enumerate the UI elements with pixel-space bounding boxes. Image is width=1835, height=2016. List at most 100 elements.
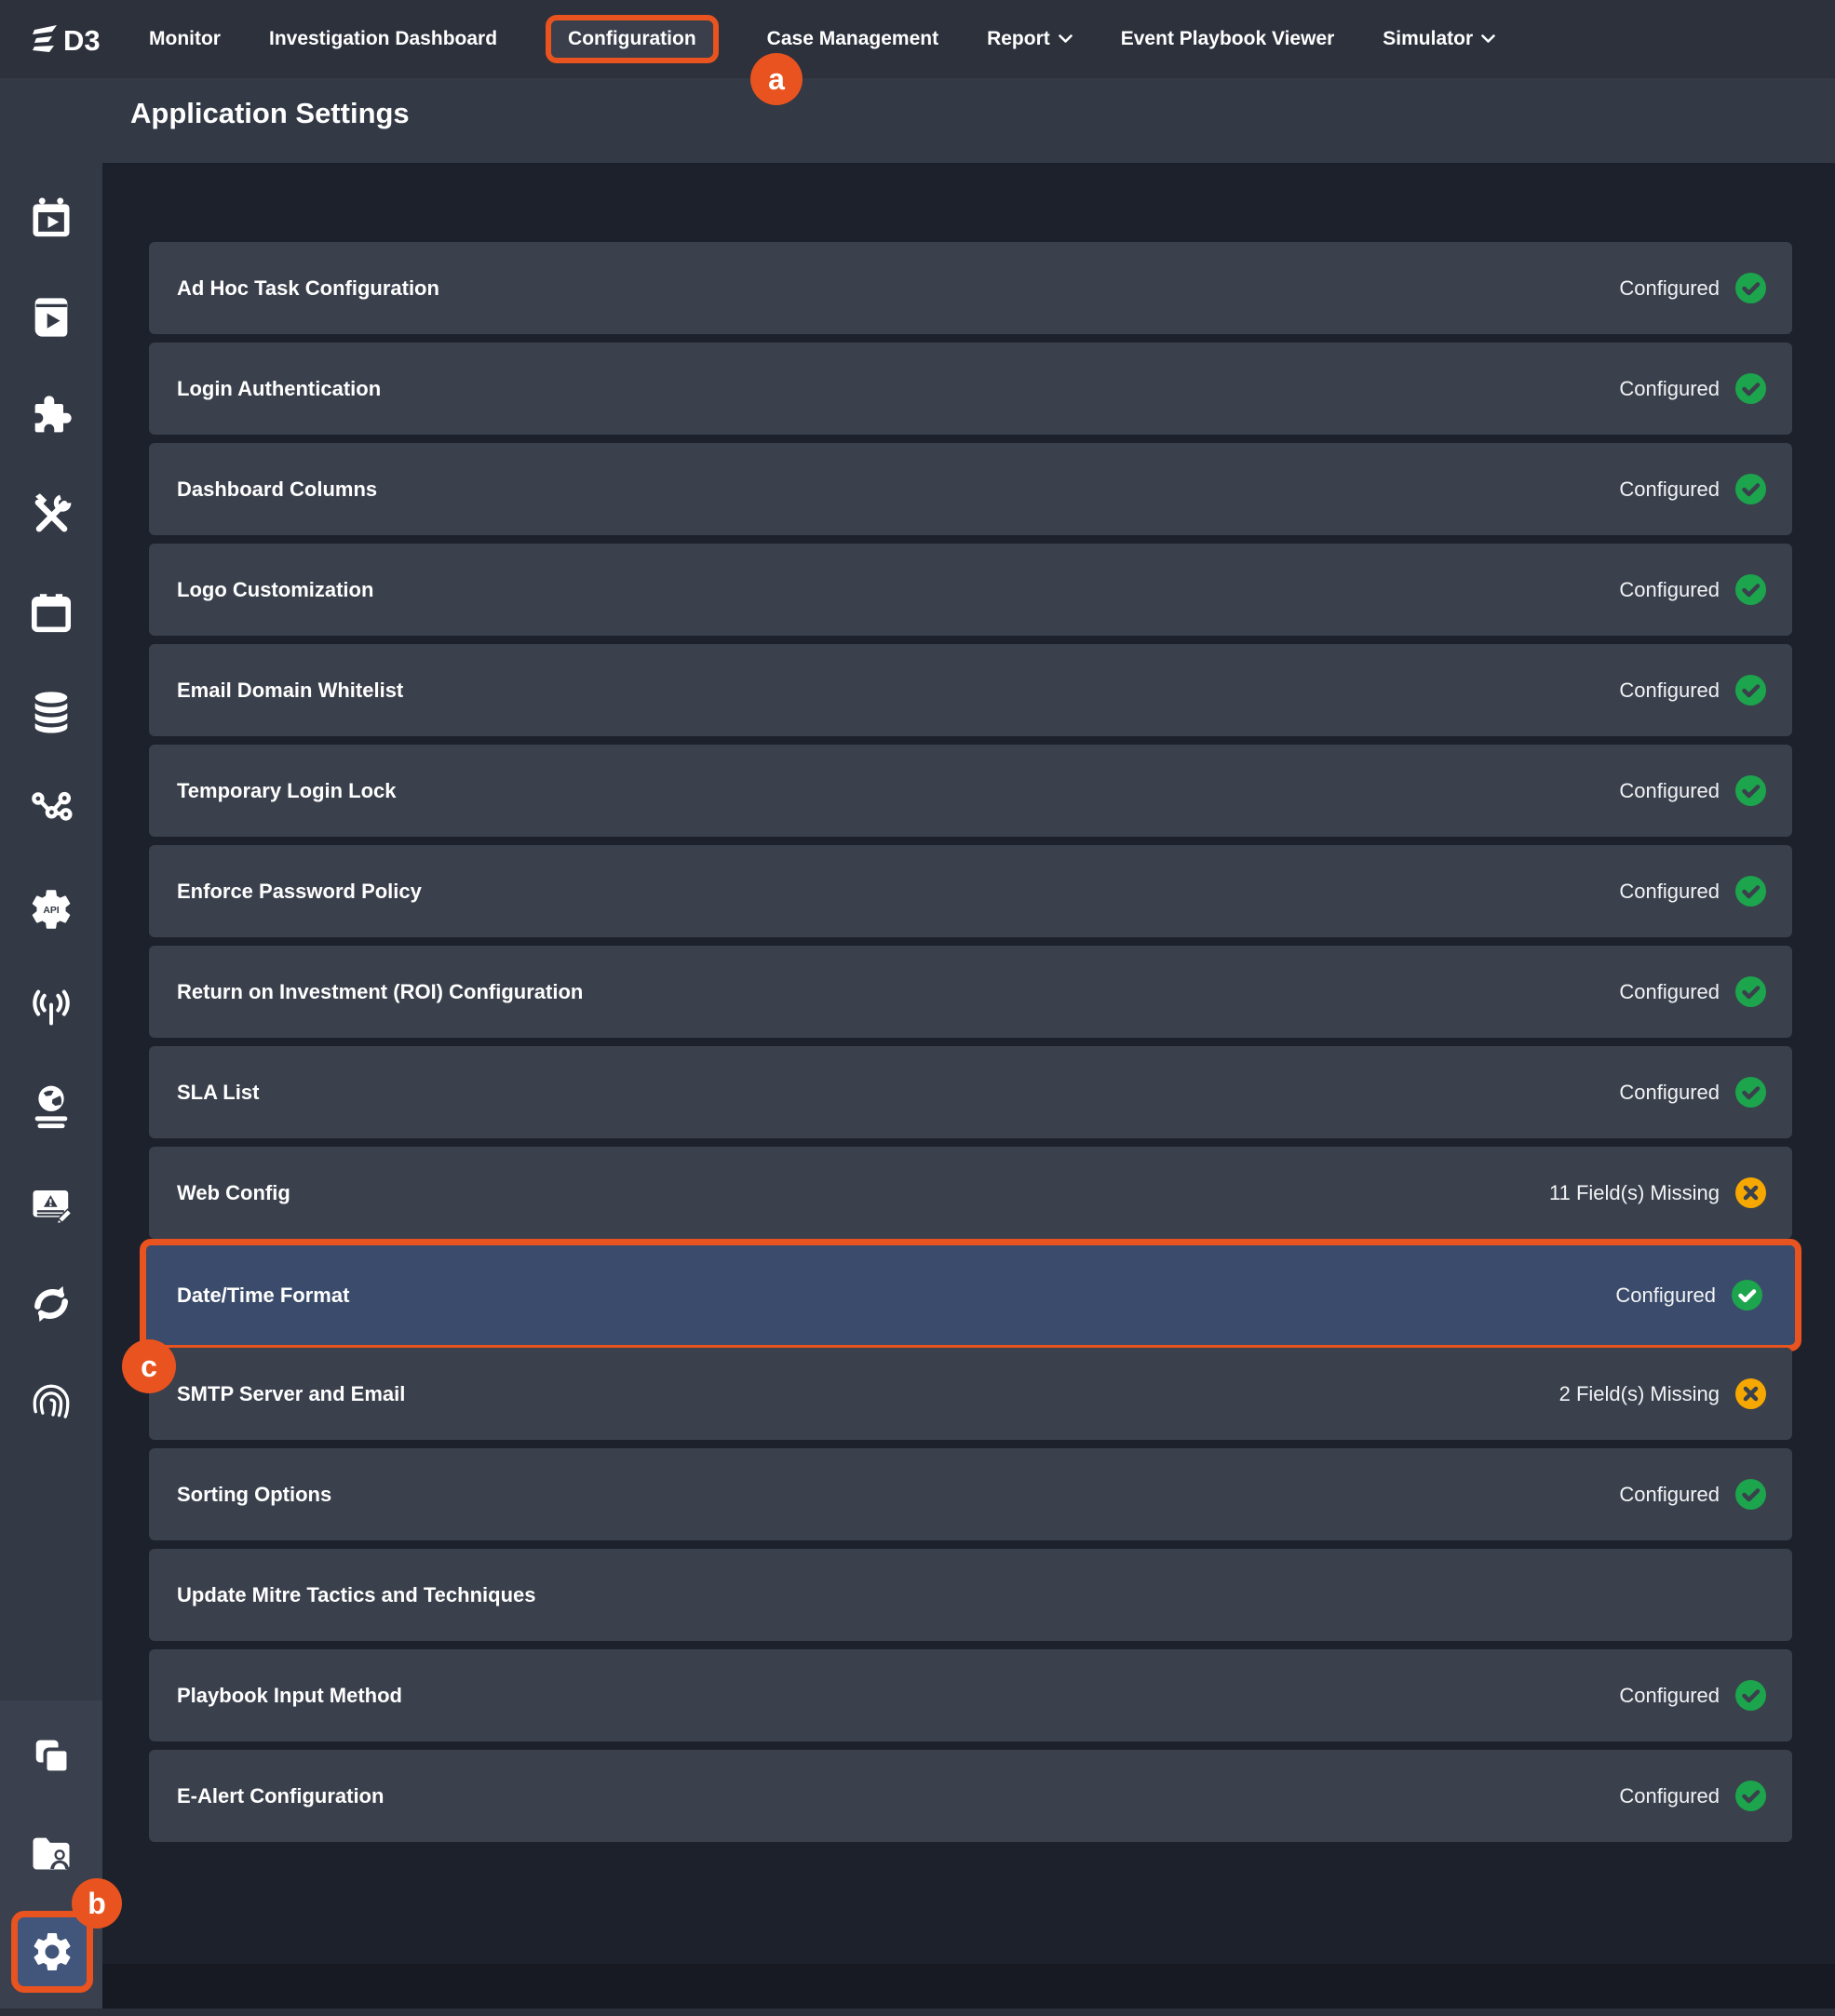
settings-row-status-group: Configured xyxy=(1619,373,1766,404)
settings-row-label: Email Domain Whitelist xyxy=(177,679,403,703)
settings-row-status: Configured xyxy=(1619,477,1720,502)
settings-row[interactable]: Dashboard Columns Configured xyxy=(149,443,1792,535)
chevron-down-icon xyxy=(1059,34,1073,44)
settings-row[interactable]: Sorting Options Configured xyxy=(149,1448,1792,1540)
d3-wing-icon xyxy=(33,25,57,52)
nav-item-case-management[interactable]: Case Management xyxy=(767,28,938,50)
settings-row-status: Configured xyxy=(1615,1284,1716,1308)
configured-check-icon xyxy=(1735,1781,1766,1811)
nav-item-investigation-dashboard[interactable]: Investigation Dashboard xyxy=(269,28,497,50)
settings-row-status: Configured xyxy=(1619,578,1720,602)
configured-check-icon xyxy=(1735,1479,1766,1510)
settings-row-status: Configured xyxy=(1619,679,1720,703)
web-globe-icon[interactable] xyxy=(27,1082,75,1131)
nav-item-event-playbook-viewer[interactable]: Event Playbook Viewer xyxy=(1121,28,1335,50)
settings-row[interactable]: Email Domain Whitelist Configured xyxy=(149,644,1792,736)
settings-row[interactable]: Temporary Login Lock Configured xyxy=(149,745,1792,837)
video-book-icon[interactable] xyxy=(27,293,75,342)
calendar-play-icon[interactable] xyxy=(27,195,75,243)
calendar-icon[interactable] xyxy=(27,589,75,638)
missing-x-icon xyxy=(1735,1378,1766,1409)
app-window: D3 Monitor Investigation Dashboard Confi… xyxy=(0,0,1835,2016)
settings-row[interactable]: Update Mitre Tactics and Techniques xyxy=(149,1549,1792,1641)
settings-row-label: Dashboard Columns xyxy=(177,477,377,502)
settings-row[interactable]: SLA List Configured xyxy=(149,1046,1792,1138)
nav-item-simulator[interactable]: Simulator xyxy=(1383,28,1495,50)
settings-row-status-group: Configured xyxy=(1619,976,1766,1007)
incident-report-icon[interactable] xyxy=(27,1181,75,1230)
settings-row-status: Configured xyxy=(1619,980,1720,1004)
settings-row-status-group: Configured xyxy=(1619,574,1766,605)
utility-tools-icon[interactable] xyxy=(27,491,75,539)
settings-row[interactable]: Date/Time Format Configured xyxy=(140,1239,1801,1351)
configured-check-icon xyxy=(1735,675,1766,706)
configured-check-icon xyxy=(1735,876,1766,907)
user-folder-icon[interactable] xyxy=(27,1830,75,1878)
settings-row-status-group: 11 Field(s) Missing xyxy=(1549,1177,1766,1208)
settings-row[interactable]: Login Authentication Configured xyxy=(149,343,1792,435)
settings-row-status-group: Configured xyxy=(1619,775,1766,806)
d3-logo-text: D3 xyxy=(63,24,101,57)
settings-row-status: Configured xyxy=(1619,1483,1720,1507)
settings-row[interactable]: Web Config 11 Field(s) Missing xyxy=(149,1147,1792,1239)
settings-row-label: Sorting Options xyxy=(177,1483,331,1507)
settings-row-label: SMTP Server and Email xyxy=(177,1382,405,1406)
settings-row-label: Temporary Login Lock xyxy=(177,779,397,803)
configured-check-icon xyxy=(1735,775,1766,806)
svg-text:API: API xyxy=(43,906,59,916)
settings-row[interactable]: Ad Hoc Task Configuration Configured xyxy=(149,242,1792,334)
settings-row-label: Return on Investment (ROI) Configuration xyxy=(177,980,583,1004)
configured-check-icon xyxy=(1735,1680,1766,1711)
settings-row[interactable]: SMTP Server and Email 2 Field(s) Missing xyxy=(149,1348,1792,1440)
settings-row-label: Playbook Input Method xyxy=(177,1684,402,1708)
settings-row-status-group: Configured xyxy=(1619,675,1766,706)
page-bottom-strip xyxy=(0,2009,1835,2016)
nav-item-configuration[interactable]: Configuration xyxy=(546,15,719,63)
settings-row-label: Logo Customization xyxy=(177,578,373,602)
configured-check-icon xyxy=(1735,474,1766,504)
settings-row[interactable]: Enforce Password Policy Configured xyxy=(149,845,1792,937)
settings-row-status: Configured xyxy=(1619,377,1720,401)
settings-row-status: Configured xyxy=(1619,779,1720,803)
settings-row[interactable]: Logo Customization Configured xyxy=(149,544,1792,636)
settings-row-status-group: Configured xyxy=(1619,1077,1766,1108)
broadcast-antenna-icon[interactable] xyxy=(27,984,75,1032)
page-title: Application Settings xyxy=(130,97,410,130)
top-navigation-bar: D3 Monitor Investigation Dashboard Confi… xyxy=(0,0,1835,78)
annotation-badge-c: c xyxy=(122,1339,176,1393)
configured-check-icon xyxy=(1735,976,1766,1007)
settings-row-status: Configured xyxy=(1619,1684,1720,1708)
settings-row-status: Configured xyxy=(1619,880,1720,904)
settings-row-status-group: 2 Field(s) Missing xyxy=(1559,1378,1766,1409)
nav-menu: Monitor Investigation Dashboard Configur… xyxy=(149,15,1495,63)
copy-icon[interactable] xyxy=(27,1732,75,1781)
settings-row-status: 11 Field(s) Missing xyxy=(1549,1181,1720,1205)
nav-item-report[interactable]: Report xyxy=(987,28,1073,50)
configured-check-icon xyxy=(1735,273,1766,303)
settings-row-label: Web Config xyxy=(177,1181,290,1205)
chevron-down-icon xyxy=(1481,34,1495,44)
settings-row-label: Ad Hoc Task Configuration xyxy=(177,276,439,301)
api-gear-icon[interactable]: API xyxy=(27,885,75,934)
share-nodes-icon[interactable] xyxy=(27,786,75,835)
configured-check-icon xyxy=(1735,1077,1766,1108)
missing-x-icon xyxy=(1735,1177,1766,1208)
settings-row-status-group: Configured xyxy=(1619,273,1766,303)
integrations-puzzle-icon[interactable] xyxy=(27,392,75,440)
fingerprint-icon[interactable] xyxy=(27,1378,75,1427)
annotation-badge-b: b xyxy=(72,1878,122,1929)
settings-row[interactable]: Playbook Input Method Configured xyxy=(149,1649,1792,1741)
settings-row[interactable]: E-Alert Configuration Configured xyxy=(149,1750,1792,1842)
settings-row-status-group: Configured xyxy=(1619,1479,1766,1510)
d3-logo[interactable]: D3 xyxy=(28,20,117,59)
nav-item-monitor[interactable]: Monitor xyxy=(149,28,221,50)
database-icon[interactable] xyxy=(27,688,75,736)
settings-row-status: Configured xyxy=(1619,1784,1720,1808)
settings-row-label: Date/Time Format xyxy=(177,1284,349,1308)
sync-icon[interactable] xyxy=(27,1280,75,1328)
settings-row-label: SLA List xyxy=(177,1081,259,1105)
settings-row-status-group: Configured xyxy=(1619,1680,1766,1711)
configured-check-icon xyxy=(1735,574,1766,605)
settings-row-status-group: Configured xyxy=(1619,1781,1766,1811)
settings-row[interactable]: Return on Investment (ROI) Configuration… xyxy=(149,946,1792,1038)
